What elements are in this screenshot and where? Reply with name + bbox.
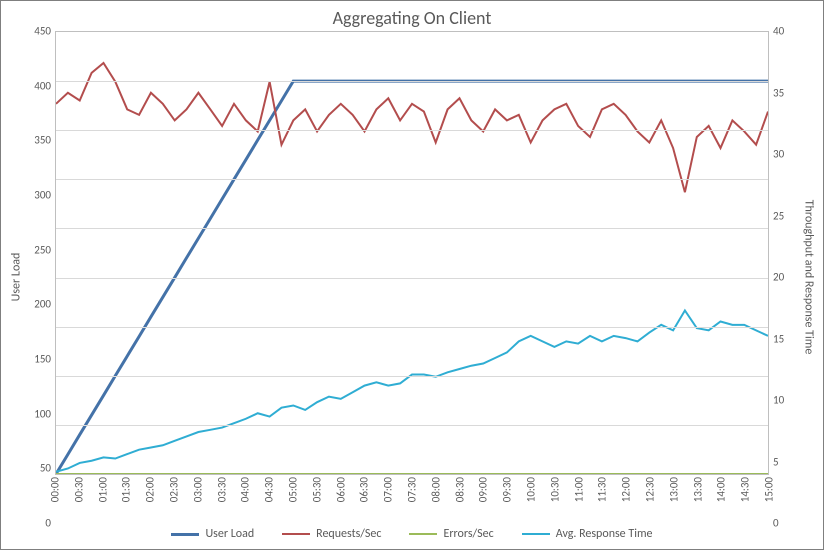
x-tick-label: 00:30: [72, 477, 85, 502]
y-tick-right: 5: [773, 455, 803, 468]
y-tick-right: 25: [773, 209, 803, 222]
x-tick-label: 11:00: [572, 477, 585, 502]
legend: User Load Requests/Sec Errors/Sec Avg. Resp…: [1, 523, 823, 549]
x-tick-label: 06:00: [334, 477, 347, 502]
legend-label: Errors/Sec: [443, 527, 493, 541]
x-tick-label: 09:00: [477, 477, 490, 502]
x-tick-label: 09:30: [501, 477, 514, 502]
x-tick-label: 08:00: [429, 477, 442, 502]
y-tick-right: 0: [773, 517, 803, 530]
y-tick-right: 10: [773, 394, 803, 407]
x-tick-label: 06:30: [358, 477, 371, 502]
gridline: [56, 81, 768, 82]
y-tick-left: 100: [21, 407, 51, 420]
x-tick-label: 12:30: [644, 477, 657, 502]
x-tick-label: 02:30: [168, 477, 181, 502]
legend-swatch: [282, 533, 310, 535]
x-tick-label: 05:00: [287, 477, 300, 502]
gridline: [56, 327, 768, 328]
y-tick-right: 20: [773, 271, 803, 284]
y-tick-left: 50: [21, 462, 51, 475]
y-tick-left: 450: [21, 25, 51, 38]
x-tick-label: 03:00: [191, 477, 204, 502]
x-tick-label: 10:30: [548, 477, 561, 502]
y-tick-left: 200: [21, 298, 51, 311]
y-axis-label-left: User Load: [7, 31, 25, 523]
y-tick-left: 0: [21, 517, 51, 530]
gridline: [56, 228, 768, 229]
x-tick-label: 14:00: [715, 477, 728, 502]
x-tick-label: 12:00: [620, 477, 633, 502]
x-tick-label: 04:30: [263, 477, 276, 502]
y-tick-left: 350: [21, 134, 51, 147]
y-axis-label-right: Throughput and Response Time: [799, 31, 817, 523]
legend-label: User Load: [205, 527, 254, 541]
x-tick-label: 01:30: [120, 477, 133, 502]
y-tick-left: 400: [21, 79, 51, 92]
series-line: [56, 310, 768, 471]
gridline: [56, 376, 768, 377]
plot-row: User Load 050100150200250300350400450 00…: [1, 31, 823, 523]
y-tick-right: 40: [773, 25, 803, 38]
y-tick-right: 15: [773, 332, 803, 345]
chart-lines: [56, 32, 768, 474]
y-tick-left: 250: [21, 243, 51, 256]
plot-area: [55, 31, 769, 475]
gridline: [56, 278, 768, 279]
gridline: [56, 179, 768, 180]
legend-label: Requests/Sec: [316, 527, 381, 541]
x-tick-label: 13:30: [691, 477, 704, 502]
x-tick-label: 01:00: [96, 477, 109, 502]
x-tick-label: 10:00: [525, 477, 538, 502]
x-tick-label: 13:00: [667, 477, 680, 502]
legend-item: Avg. Response Time: [522, 527, 653, 541]
legend-swatch: [409, 533, 437, 535]
legend-item: Errors/Sec: [409, 527, 493, 541]
y-tick-left: 150: [21, 353, 51, 366]
x-tick-label: 02:00: [144, 477, 157, 502]
y-tick-right: 30: [773, 148, 803, 161]
chart-frame: Aggregating On Client User Load 05010015…: [0, 0, 824, 550]
x-ticks: 00:0000:3001:0001:3002:0002:3003:0003:30…: [55, 475, 769, 523]
x-tick-label: 14:30: [739, 477, 752, 502]
y-ticks-left: 050100150200250300350400450: [25, 31, 55, 523]
legend-swatch: [522, 533, 550, 535]
x-tick-label: 07:30: [406, 477, 419, 502]
y-ticks-right: 0510152025303540: [769, 31, 799, 523]
x-tick-label: 00:00: [49, 477, 62, 502]
legend-item: User Load: [171, 527, 254, 541]
plot-area-wrap: 00:0000:3001:0001:3002:0002:3003:0003:30…: [55, 31, 769, 523]
legend-label: Avg. Response Time: [556, 527, 653, 541]
x-tick-label: 08:30: [453, 477, 466, 502]
y-tick-left: 300: [21, 189, 51, 202]
gridline: [56, 130, 768, 131]
x-tick-label: 04:00: [239, 477, 252, 502]
x-tick-label: 03:30: [215, 477, 228, 502]
x-tick-label: 11:30: [596, 477, 609, 502]
chart-title: Aggregating On Client: [1, 1, 823, 31]
legend-item: Requests/Sec: [282, 527, 381, 541]
x-tick-label: 05:30: [310, 477, 323, 502]
legend-swatch: [171, 533, 199, 536]
gridline: [56, 425, 768, 426]
x-tick-label: 07:00: [382, 477, 395, 502]
y-tick-right: 35: [773, 86, 803, 99]
